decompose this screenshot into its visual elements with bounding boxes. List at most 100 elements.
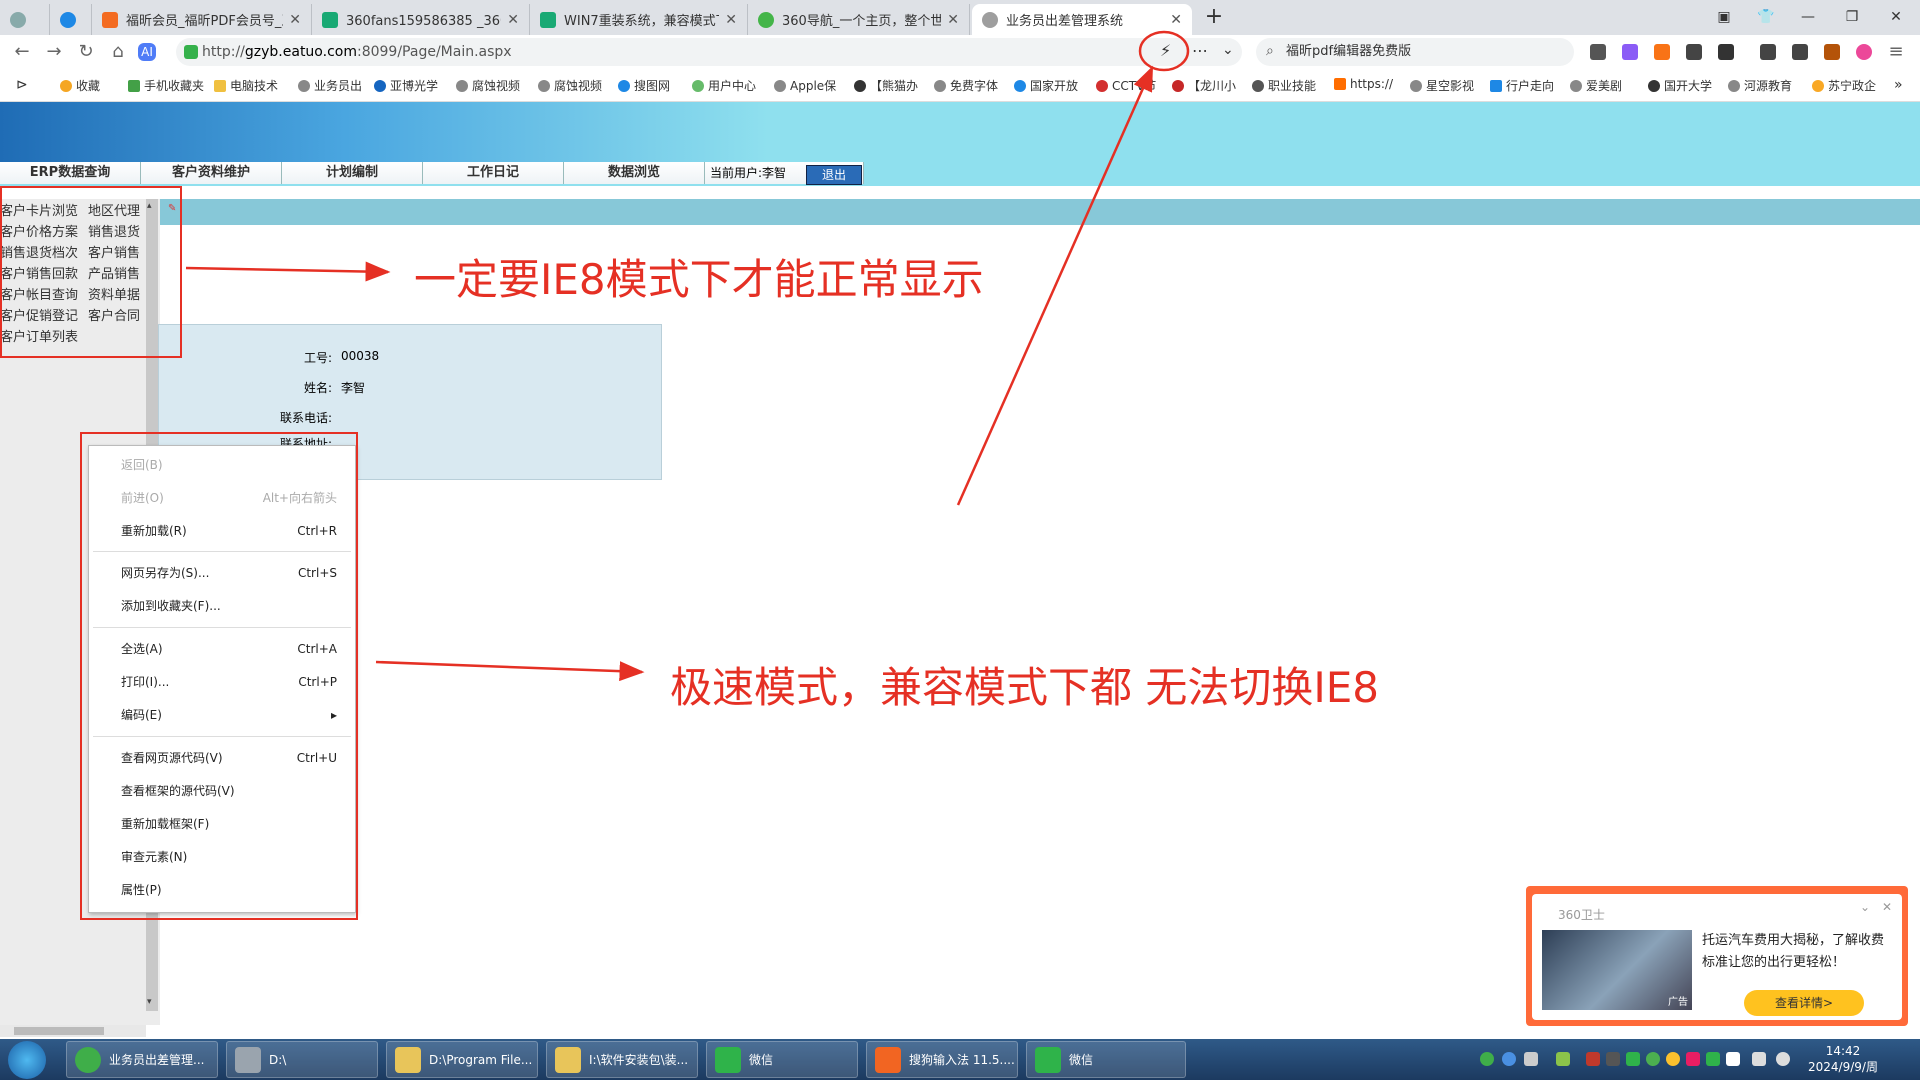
undo-icon[interactable] (1792, 44, 1808, 60)
bookmark-item[interactable]: 河源教育 (1728, 77, 1792, 94)
start-button[interactable] (8, 1041, 46, 1079)
tab-win7[interactable]: WIN7重装系统，兼容模式下 ✕ (530, 4, 748, 35)
url-text[interactable]: http://gzyb.eatuo.com:8099/Page/Main.asp… (202, 38, 512, 66)
taskbar-item[interactable]: 业务员出差管理... (66, 1041, 218, 1078)
battery-tray-icon[interactable] (1556, 1052, 1570, 1066)
wechat-tray-icon[interactable] (1706, 1052, 1720, 1066)
taskbar-item[interactable]: I:\软件安装包\装... (546, 1041, 698, 1078)
popup-text[interactable]: 托运汽车费用大揭秘，了解收费标准让您的出行更轻松！ (1702, 930, 1892, 974)
new-tab-button[interactable]: + (1202, 6, 1226, 28)
more-dots-icon[interactable]: ⋯ (1192, 41, 1208, 60)
search-input[interactable]: 福昕pdf编辑器免费版 (1286, 38, 1411, 66)
wechat-tray-icon[interactable] (1626, 1052, 1640, 1066)
menu-icon[interactable]: ≡ (1884, 40, 1908, 64)
taskbar-item[interactable]: 搜狗输入法 11.5.... (866, 1041, 1018, 1078)
bookmark-item[interactable]: 收藏 (60, 77, 100, 94)
reload-icon[interactable]: ↻ (74, 40, 98, 64)
close-icon[interactable]: ✕ (1170, 12, 1182, 28)
settings-tray-icon[interactable] (1524, 1052, 1538, 1066)
scroll-thumb[interactable] (14, 1027, 104, 1035)
nav-customer-info[interactable]: 客户资料维护 (141, 162, 282, 184)
close-icon[interactable]: ✕ (1882, 900, 1892, 914)
tab-pinned-app[interactable] (50, 4, 92, 35)
taskbar-item[interactable]: D:\Program File... (386, 1041, 538, 1078)
sogou-tray-icon[interactable] (1480, 1052, 1494, 1066)
url-bar[interactable]: http://gzyb.eatuo.com:8099/Page/Main.asp… (176, 38, 1242, 66)
clock[interactable]: 14:42 2024/9/9/周一 (1808, 1043, 1878, 1091)
app-tray-icon[interactable] (1586, 1052, 1600, 1066)
speed-mode-lightning-icon[interactable]: ⚡ (1160, 41, 1171, 60)
skin-icon[interactable]: 👕 (1754, 6, 1778, 28)
bookmark-item[interactable]: 电脑技术 (214, 77, 278, 94)
bookmark-item[interactable]: 免费字体 (934, 77, 998, 94)
logout-button[interactable]: 退出 (806, 165, 862, 185)
bookmark-item[interactable]: 苏宁政企 (1812, 77, 1876, 94)
collapse-icon[interactable]: ⌄ (1860, 900, 1870, 914)
bookmark-item[interactable]: 手机收藏夹 (128, 77, 204, 94)
bookmark-item[interactable]: 业务员出 (298, 77, 362, 94)
briefcase-icon[interactable] (1824, 44, 1840, 60)
close-icon[interactable]: ✕ (947, 12, 959, 28)
close-icon[interactable]: ✕ (507, 12, 519, 28)
tab-list-icon[interactable]: ▣ (1712, 6, 1736, 28)
tab-360nav[interactable]: 360导航_一个主页，整个世界 ✕ (748, 4, 970, 35)
bookmark-item[interactable]: 【龙川小 (1172, 77, 1236, 94)
close-icon[interactable]: ✕ (725, 12, 737, 28)
close-icon[interactable]: ✕ (289, 12, 301, 28)
ad-image[interactable]: 广告 (1542, 930, 1692, 1010)
security-tray-icon[interactable] (1726, 1052, 1740, 1066)
bookmark-item[interactable]: 职业技能 (1252, 77, 1316, 94)
bookmark-item[interactable]: 用户中心 (692, 77, 756, 94)
help-tray-icon[interactable] (1502, 1052, 1516, 1066)
network-tray-icon[interactable] (1752, 1052, 1766, 1066)
search-box[interactable]: ⌕ 福昕pdf编辑器免费版 (1256, 38, 1574, 66)
bookmark-item[interactable]: 行户走向 (1490, 77, 1554, 94)
bookmark-item[interactable]: Apple保 (774, 77, 836, 94)
restore-icon[interactable]: ❐ (1840, 6, 1864, 28)
nav-plan[interactable]: 计划编制 (282, 162, 423, 184)
game-icon[interactable] (1654, 44, 1670, 60)
nav-work-diary[interactable]: 工作日记 (423, 162, 564, 184)
tab-active[interactable]: 业务员出差管理系统 ✕ (972, 4, 1192, 35)
translate-icon[interactable] (1622, 44, 1638, 60)
download-icon[interactable] (1760, 44, 1776, 60)
bookmark-item[interactable]: 腐蚀视频 (538, 77, 602, 94)
tab-fuxin[interactable]: 福昕会员_福昕PDF会员号_王... ✕ (92, 4, 312, 35)
back-arrow-icon[interactable]: ← (10, 40, 34, 64)
bookmark-item[interactable]: 星空影视 (1410, 77, 1474, 94)
color-wheel-icon[interactable] (1856, 44, 1872, 60)
horizontal-scrollbar[interactable] (0, 1025, 146, 1037)
app-tray-icon[interactable] (1606, 1052, 1620, 1066)
taskbar-item[interactable]: 微信 (1026, 1041, 1186, 1078)
nav-data-browse[interactable]: 数据浏览 (564, 162, 705, 184)
ai-icon[interactable]: AI (138, 43, 156, 61)
home-icon[interactable]: ⌂ (106, 40, 130, 64)
scroll-down-icon[interactable]: ▾ (147, 997, 152, 1007)
app-tray-icon[interactable] (1646, 1052, 1660, 1066)
extensions-icon[interactable] (1718, 44, 1734, 60)
bookmark-item[interactable]: 【熊猫办 (854, 77, 918, 94)
more-bookmarks-icon[interactable]: » (1894, 77, 1903, 93)
bookmark-item[interactable]: 腐蚀视频 (456, 77, 520, 94)
chevron-down-icon[interactable]: ⌄ (1222, 42, 1234, 58)
bookmark-item[interactable]: CCTV节 (1096, 77, 1156, 94)
bookmark-item[interactable]: 亚博光学 (374, 77, 438, 94)
minimize-icon[interactable]: — (1796, 6, 1820, 28)
bookmark-item[interactable]: 搜图网 (618, 77, 670, 94)
window-close-icon[interactable]: ✕ (1884, 6, 1908, 28)
sidebar-toggle-icon[interactable]: ⊳ (16, 77, 28, 93)
forward-arrow-icon[interactable]: → (42, 40, 66, 64)
app-tray-icon[interactable] (1686, 1052, 1700, 1066)
bookmark-item[interactable]: 国开大学 (1648, 77, 1712, 94)
scissors-icon[interactable] (1590, 44, 1606, 60)
taskbar-item[interactable]: 微信 (706, 1041, 858, 1078)
nav-erp-query[interactable]: ERP数据查询 (0, 162, 141, 184)
bookmark-item[interactable]: https:// (1334, 77, 1393, 91)
bookmark-item[interactable]: 国家开放 (1014, 77, 1078, 94)
screen-icon[interactable] (1686, 44, 1702, 60)
view-details-button[interactable]: 查看详情> (1744, 990, 1864, 1016)
taskbar-item[interactable]: D:\ (226, 1041, 378, 1078)
tab-pinned-avatar[interactable] (0, 4, 50, 35)
bookmark-item[interactable]: 爱美剧 (1570, 77, 1622, 94)
tab-360fans[interactable]: 360fans159586385 _360社区 ✕ (312, 4, 530, 35)
